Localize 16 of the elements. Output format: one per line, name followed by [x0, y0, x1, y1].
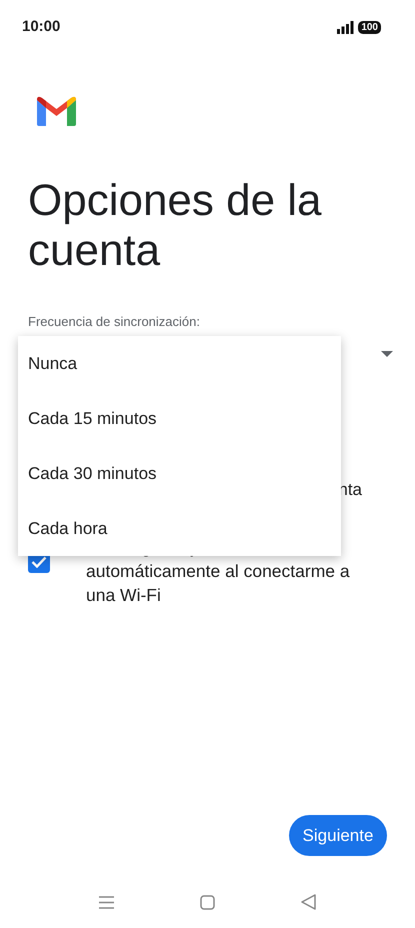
menu-icon[interactable] [99, 896, 114, 908]
gmail-logo-icon [37, 96, 76, 126]
next-button[interactable]: Siguiente [289, 815, 387, 856]
menu-item[interactable]: Cada 15 minutos [18, 391, 341, 446]
check-icon [31, 556, 47, 568]
field-label: Frecuencia de sincronización: [28, 314, 201, 330]
battery-indicator: 100 [358, 20, 381, 34]
status-time: 10:00 [22, 16, 60, 37]
home-icon[interactable] [200, 894, 215, 910]
menu-item[interactable]: Nunca [18, 336, 341, 391]
page-title: Opciones de la cuenta [28, 176, 323, 276]
back-icon[interactable] [301, 894, 316, 910]
menu-item[interactable]: Cada 30 minutos [18, 446, 341, 501]
dropdown-arrow-icon[interactable] [381, 351, 393, 357]
menu-item[interactable]: Cada hora [18, 501, 341, 556]
signal-icon [337, 20, 354, 34]
